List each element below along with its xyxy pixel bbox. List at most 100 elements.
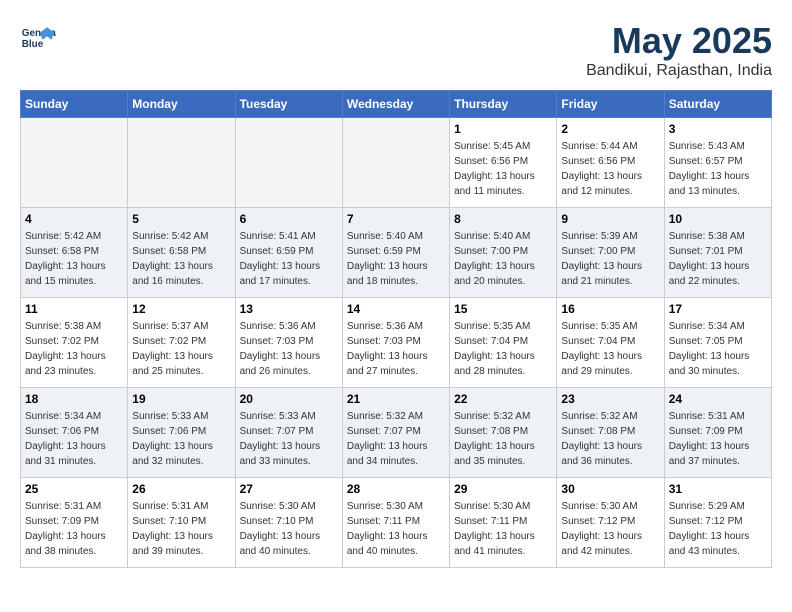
day-cell-26: 26 Sunrise: 5:31 AM Sunset: 7:10 PM Dayli… <box>128 478 235 568</box>
calendar-week-5: 25 Sunrise: 5:31 AM Sunset: 7:09 PM Dayli… <box>21 478 772 568</box>
empty-cell <box>235 118 342 208</box>
day-number: 10 <box>669 212 767 226</box>
day-cell-14: 14 Sunrise: 5:36 AM Sunset: 7:03 PM Dayli… <box>342 298 449 388</box>
day-info: Sunrise: 5:30 AM Sunset: 7:11 PM Dayligh… <box>347 499 445 559</box>
day-cell-8: 8Sunrise: 5:40 AM Sunset: 7:00 PM Daylig… <box>450 208 557 298</box>
day-cell-13: 13 Sunrise: 5:36 AM Sunset: 7:03 PM Dayli… <box>235 298 342 388</box>
day-cell-18: 18 Sunrise: 5:34 AM Sunset: 7:06 PM Dayli… <box>21 388 128 478</box>
day-cell-28: 28 Sunrise: 5:30 AM Sunset: 7:11 PM Dayli… <box>342 478 449 568</box>
day-info: Sunrise: 5:36 AM Sunset: 7:03 PM Dayligh… <box>240 319 338 379</box>
calendar-week-2: 4 Sunrise: 5:42 AM Sunset: 6:58 PM Daylig… <box>21 208 772 298</box>
weekday-friday: Friday <box>557 91 664 118</box>
day-number: 16 <box>561 302 659 316</box>
day-number: 9 <box>561 212 659 226</box>
day-info: Sunrise: 5:38 AM Sunset: 7:02 PM Dayligh… <box>25 319 123 379</box>
day-info: Sunrise: 5:32 AM Sunset: 7:08 PM Dayligh… <box>561 409 659 469</box>
day-number: 5 <box>132 212 230 226</box>
day-info: Sunrise: 5:42 AM Sunset: 6:58 PM Dayligh… <box>132 229 230 289</box>
day-number: 18 <box>25 392 123 406</box>
day-info: Sunrise: 5:30 AM Sunset: 7:11 PM Dayligh… <box>454 499 552 559</box>
day-number: 27 <box>240 482 338 496</box>
day-number: 14 <box>347 302 445 316</box>
day-number: 6 <box>240 212 338 226</box>
location: Bandikui, Rajasthan, India <box>586 62 772 80</box>
day-info: Sunrise: 5:42 AM Sunset: 6:58 PM Dayligh… <box>25 229 123 289</box>
title-block: May 2025 Bandikui, Rajasthan, India <box>586 20 772 80</box>
day-info: Sunrise: 5:43 AM Sunset: 6:57 PM Dayligh… <box>669 139 767 199</box>
day-info: Sunrise: 5:32 AM Sunset: 7:08 PM Dayligh… <box>454 409 552 469</box>
day-number: 28 <box>347 482 445 496</box>
day-info: Sunrise: 5:30 AM Sunset: 7:12 PM Dayligh… <box>561 499 659 559</box>
day-cell-5: 5 Sunrise: 5:42 AM Sunset: 6:58 PM Daylig… <box>128 208 235 298</box>
weekday-saturday: Saturday <box>664 91 771 118</box>
day-cell-20: 20 Sunrise: 5:33 AM Sunset: 7:07 PM Dayli… <box>235 388 342 478</box>
weekday-thursday: Thursday <box>450 91 557 118</box>
weekday-tuesday: Tuesday <box>235 91 342 118</box>
day-info: Sunrise: 5:44 AM Sunset: 6:56 PM Dayligh… <box>561 139 659 199</box>
day-cell-1: 1Sunrise: 5:45 AM Sunset: 6:56 PM Daylig… <box>450 118 557 208</box>
day-number: 25 <box>25 482 123 496</box>
day-cell-22: 22 Sunrise: 5:32 AM Sunset: 7:08 PM Dayli… <box>450 388 557 478</box>
day-number: 21 <box>347 392 445 406</box>
day-number: 13 <box>240 302 338 316</box>
empty-cell <box>21 118 128 208</box>
day-cell-17: 17 Sunrise: 5:34 AM Sunset: 7:05 PM Dayli… <box>664 298 771 388</box>
day-info: Sunrise: 5:35 AM Sunset: 7:04 PM Dayligh… <box>561 319 659 379</box>
day-cell-4: 4 Sunrise: 5:42 AM Sunset: 6:58 PM Daylig… <box>21 208 128 298</box>
day-number: 4 <box>25 212 123 226</box>
day-number: 17 <box>669 302 767 316</box>
day-number: 3 <box>669 122 767 136</box>
day-info: Sunrise: 5:31 AM Sunset: 7:10 PM Dayligh… <box>132 499 230 559</box>
day-cell-23: 23Sunrise: 5:32 AM Sunset: 7:08 PM Dayli… <box>557 388 664 478</box>
day-cell-11: 11 Sunrise: 5:38 AM Sunset: 7:02 PM Dayli… <box>21 298 128 388</box>
calendar-week-1: 1Sunrise: 5:45 AM Sunset: 6:56 PM Daylig… <box>21 118 772 208</box>
day-number: 15 <box>454 302 552 316</box>
day-cell-19: 19 Sunrise: 5:33 AM Sunset: 7:06 PM Dayli… <box>128 388 235 478</box>
svg-text:Blue: Blue <box>22 39 44 50</box>
day-info: Sunrise: 5:37 AM Sunset: 7:02 PM Dayligh… <box>132 319 230 379</box>
day-info: Sunrise: 5:32 AM Sunset: 7:07 PM Dayligh… <box>347 409 445 469</box>
day-number: 29 <box>454 482 552 496</box>
calendar-body: 1Sunrise: 5:45 AM Sunset: 6:56 PM Daylig… <box>21 118 772 568</box>
weekday-wednesday: Wednesday <box>342 91 449 118</box>
day-cell-31: 31 Sunrise: 5:29 AM Sunset: 7:12 PM Dayli… <box>664 478 771 568</box>
day-cell-10: 10 Sunrise: 5:38 AM Sunset: 7:01 PM Dayli… <box>664 208 771 298</box>
day-number: 7 <box>347 212 445 226</box>
calendar-week-4: 18 Sunrise: 5:34 AM Sunset: 7:06 PM Dayli… <box>21 388 772 478</box>
day-number: 11 <box>25 302 123 316</box>
day-info: Sunrise: 5:35 AM Sunset: 7:04 PM Dayligh… <box>454 319 552 379</box>
logo: General Blue <box>20 20 56 56</box>
day-cell-12: 12 Sunrise: 5:37 AM Sunset: 7:02 PM Dayli… <box>128 298 235 388</box>
day-number: 26 <box>132 482 230 496</box>
day-cell-2: 2Sunrise: 5:44 AM Sunset: 6:56 PM Daylig… <box>557 118 664 208</box>
calendar-week-3: 11 Sunrise: 5:38 AM Sunset: 7:02 PM Dayli… <box>21 298 772 388</box>
day-cell-29: 29 Sunrise: 5:30 AM Sunset: 7:11 PM Dayli… <box>450 478 557 568</box>
day-number: 31 <box>669 482 767 496</box>
calendar-table: SundayMondayTuesdayWednesdayThursdayFrid… <box>20 90 772 568</box>
day-number: 20 <box>240 392 338 406</box>
day-cell-21: 21 Sunrise: 5:32 AM Sunset: 7:07 PM Dayli… <box>342 388 449 478</box>
day-info: Sunrise: 5:36 AM Sunset: 7:03 PM Dayligh… <box>347 319 445 379</box>
day-info: Sunrise: 5:30 AM Sunset: 7:10 PM Dayligh… <box>240 499 338 559</box>
day-cell-27: 27 Sunrise: 5:30 AM Sunset: 7:10 PM Dayli… <box>235 478 342 568</box>
day-info: Sunrise: 5:34 AM Sunset: 7:05 PM Dayligh… <box>669 319 767 379</box>
day-cell-16: 16 Sunrise: 5:35 AM Sunset: 7:04 PM Dayli… <box>557 298 664 388</box>
day-cell-3: 3 Sunrise: 5:43 AM Sunset: 6:57 PM Daylig… <box>664 118 771 208</box>
day-info: Sunrise: 5:39 AM Sunset: 7:00 PM Dayligh… <box>561 229 659 289</box>
day-cell-6: 6 Sunrise: 5:41 AM Sunset: 6:59 PM Daylig… <box>235 208 342 298</box>
day-number: 22 <box>454 392 552 406</box>
day-number: 1 <box>454 122 552 136</box>
day-info: Sunrise: 5:38 AM Sunset: 7:01 PM Dayligh… <box>669 229 767 289</box>
day-number: 19 <box>132 392 230 406</box>
day-info: Sunrise: 5:33 AM Sunset: 7:06 PM Dayligh… <box>132 409 230 469</box>
day-info: Sunrise: 5:40 AM Sunset: 6:59 PM Dayligh… <box>347 229 445 289</box>
day-info: Sunrise: 5:31 AM Sunset: 7:09 PM Dayligh… <box>25 499 123 559</box>
day-info: Sunrise: 5:34 AM Sunset: 7:06 PM Dayligh… <box>25 409 123 469</box>
day-number: 24 <box>669 392 767 406</box>
day-info: Sunrise: 5:41 AM Sunset: 6:59 PM Dayligh… <box>240 229 338 289</box>
day-number: 12 <box>132 302 230 316</box>
empty-cell <box>342 118 449 208</box>
day-info: Sunrise: 5:29 AM Sunset: 7:12 PM Dayligh… <box>669 499 767 559</box>
day-cell-7: 7 Sunrise: 5:40 AM Sunset: 6:59 PM Daylig… <box>342 208 449 298</box>
day-info: Sunrise: 5:33 AM Sunset: 7:07 PM Dayligh… <box>240 409 338 469</box>
